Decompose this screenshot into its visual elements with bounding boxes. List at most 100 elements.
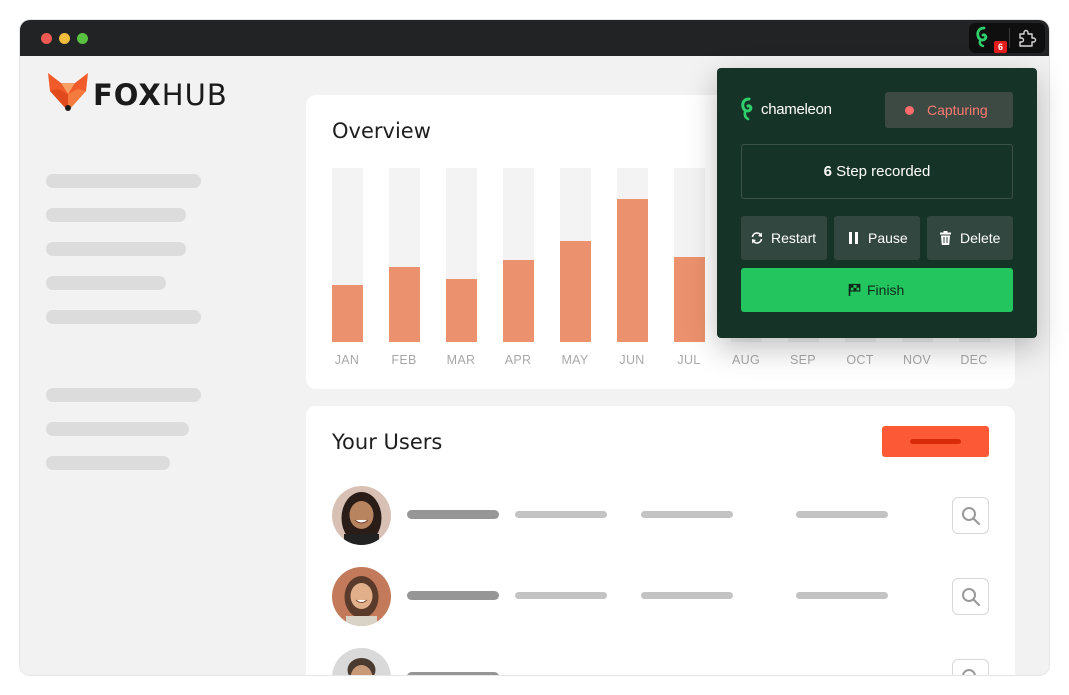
user-field-placeholder xyxy=(515,511,607,518)
month-label-dec: DEC xyxy=(960,353,988,367)
user-avatar xyxy=(332,567,391,626)
month-label-jun: JUN xyxy=(619,353,645,367)
maximize-window-dot[interactable] xyxy=(77,33,88,44)
search-icon xyxy=(962,588,981,607)
user-search-button[interactable] xyxy=(952,497,989,534)
extensions-button[interactable] xyxy=(1016,27,1038,49)
sidebar-item-placeholder[interactable] xyxy=(46,276,166,290)
bar-feb[interactable] xyxy=(389,168,420,342)
chameleon-extension-icon xyxy=(976,26,988,48)
user-row[interactable] xyxy=(332,567,992,627)
overview-title: Overview xyxy=(332,119,431,143)
user-search-button[interactable] xyxy=(952,578,989,615)
flag-icon xyxy=(848,283,861,296)
pause-button[interactable]: Pause xyxy=(834,216,920,260)
month-label-jul: JUL xyxy=(677,353,701,367)
sidebar-item-placeholder[interactable] xyxy=(46,310,201,324)
user-field-placeholder xyxy=(641,511,733,518)
user-name-placeholder xyxy=(407,672,499,675)
month-label-oct: OCT xyxy=(846,353,874,367)
search-icon xyxy=(962,507,981,526)
bar-apr[interactable] xyxy=(503,168,534,342)
avatar-photo xyxy=(332,486,391,545)
minimize-window-dot[interactable] xyxy=(59,33,70,44)
bar-may[interactable] xyxy=(560,168,591,342)
bar-value-jun xyxy=(617,199,648,342)
close-window-dot[interactable] xyxy=(41,33,52,44)
logo-wordmark-bold: FOX xyxy=(93,78,162,112)
extension-badge: 6 xyxy=(994,41,1007,53)
foxhub-logo[interactable]: FOXHUB xyxy=(47,72,237,112)
bar-value-feb xyxy=(389,267,420,342)
users-title: Your Users xyxy=(332,430,443,454)
month-label-may: MAY xyxy=(561,353,589,367)
month-label-apr: APR xyxy=(504,353,532,367)
sidebar-item-placeholder[interactable] xyxy=(46,388,201,402)
user-field-placeholder xyxy=(796,511,888,518)
finish-button[interactable]: Finish xyxy=(741,268,1013,312)
trash-icon xyxy=(940,231,951,245)
bar-jun[interactable] xyxy=(617,168,648,342)
delete-button[interactable]: Delete xyxy=(927,216,1013,260)
restart-icon xyxy=(751,232,763,244)
month-label-sep: SEP xyxy=(790,353,816,367)
pause-label: Pause xyxy=(868,230,908,246)
chameleon-brand: chameleon xyxy=(740,96,880,124)
month-label-mar: MAR xyxy=(446,353,476,367)
bar-jan[interactable] xyxy=(332,168,363,342)
pause-icon xyxy=(849,232,858,244)
sidebar-item-placeholder[interactable] xyxy=(46,456,170,470)
chameleon-extension-button[interactable]: 6 xyxy=(975,26,1007,53)
user-field-placeholder xyxy=(796,592,888,599)
steps-count: 6 xyxy=(823,163,832,180)
browser-titlebar: 6 xyxy=(20,20,1049,56)
user-row[interactable] xyxy=(332,486,992,546)
recording-dot-icon xyxy=(905,106,914,115)
bar-value-jul xyxy=(674,257,705,342)
toolbar-divider xyxy=(1009,28,1010,48)
bar-jul[interactable] xyxy=(674,168,705,342)
steps-label: Step recorded xyxy=(836,163,931,180)
month-label-nov: NOV xyxy=(903,353,931,367)
add-user-button[interactable] xyxy=(882,426,989,457)
bar-value-jan xyxy=(332,285,363,342)
fox-logo-icon xyxy=(48,73,88,111)
user-search-button[interactable] xyxy=(952,659,989,675)
user-field-placeholder xyxy=(641,592,733,599)
delete-label: Delete xyxy=(960,230,1001,246)
sidebar-item-placeholder[interactable] xyxy=(46,422,189,436)
month-label-aug: AUG xyxy=(732,353,760,367)
user-row[interactable] xyxy=(332,648,992,675)
capturing-label: Capturing xyxy=(927,102,988,118)
finish-label: Finish xyxy=(867,282,905,298)
restart-button[interactable]: Restart xyxy=(741,216,827,260)
sidebar-item-placeholder[interactable] xyxy=(46,242,186,256)
bar-value-may xyxy=(560,241,591,342)
logo-wordmark-light: HUB xyxy=(161,78,228,112)
avatar-photo xyxy=(332,648,391,675)
bar-mar[interactable] xyxy=(446,168,477,342)
user-field-placeholder xyxy=(515,592,607,599)
search-icon xyxy=(962,669,976,675)
sidebar-item-placeholder[interactable] xyxy=(46,174,201,188)
sidebar-item-placeholder[interactable] xyxy=(46,208,186,222)
bar-value-apr xyxy=(503,260,534,342)
avatar-photo xyxy=(332,567,391,626)
add-user-button-placeholder xyxy=(910,439,961,444)
month-label-feb: FEB xyxy=(391,353,417,367)
bar-value-mar xyxy=(446,279,477,342)
chameleon-logo-icon xyxy=(741,97,753,121)
chameleon-brand-name: chameleon xyxy=(761,101,832,118)
extension-toolbar: 6 xyxy=(969,23,1045,53)
capturing-status-button[interactable]: Capturing xyxy=(885,92,1013,128)
user-name-placeholder xyxy=(407,510,499,519)
user-avatar xyxy=(332,486,391,545)
restart-label: Restart xyxy=(771,230,817,246)
user-avatar xyxy=(332,648,391,675)
users-card: Your Users xyxy=(306,406,1015,675)
month-label-jan: JAN xyxy=(334,353,360,367)
steps-recorded-counter: 6 Step recorded xyxy=(741,144,1013,199)
user-name-placeholder xyxy=(407,591,499,600)
chameleon-recorder-panel: chameleon Capturing 6 Step recorded Rest… xyxy=(717,68,1037,338)
puzzle-icon xyxy=(1019,29,1037,47)
